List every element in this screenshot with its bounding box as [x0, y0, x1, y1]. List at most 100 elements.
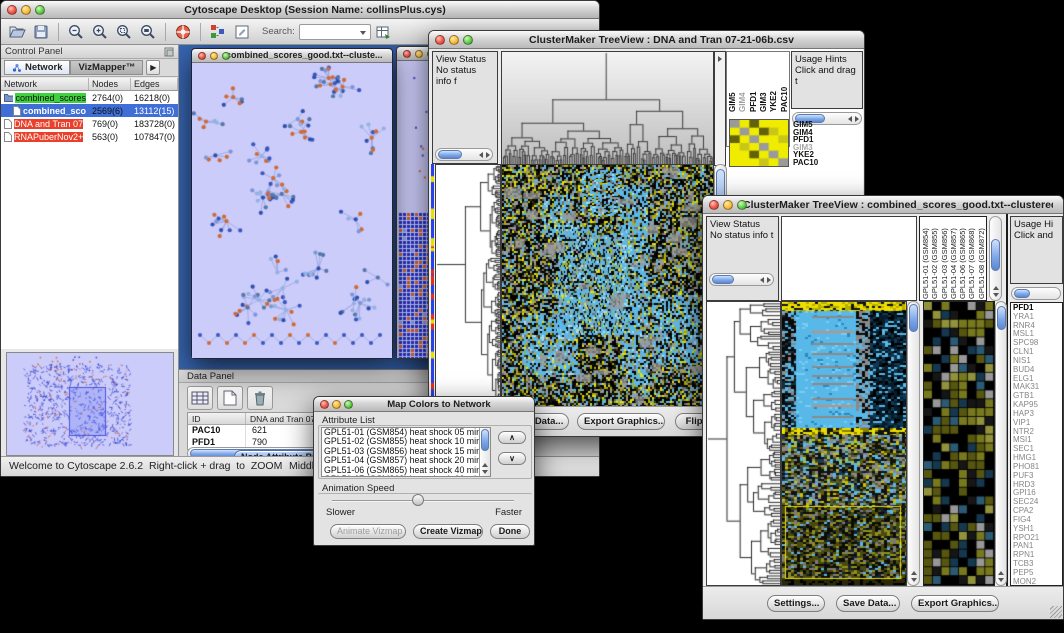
zoom-in-button[interactable] — [88, 21, 112, 43]
desktop: Cytoscape Desktop (Session Name: collins… — [0, 0, 1064, 633]
network-tree-row[interactable]: combined_sco2569(6)13112(15) — [1, 104, 178, 117]
attribute-list-item[interactable]: GPL51-07 (GSM868) heat shock 60 min — [322, 475, 490, 477]
vizmapper-icon — [209, 23, 227, 41]
network-title-bar[interactable]: combined_scores_good.txt--cluste... — [192, 49, 392, 63]
vizmapper-button[interactable] — [206, 21, 230, 43]
col-edges[interactable]: Edges — [131, 78, 178, 90]
minimize-button[interactable] — [210, 52, 218, 60]
help-button[interactable] — [171, 21, 195, 43]
tab-network[interactable]: Network — [4, 60, 70, 75]
speed-slider-thumb[interactable] — [412, 494, 424, 506]
tv1-usage-line1: Usage Hints — [795, 54, 859, 65]
network-tree-row[interactable]: DNA and Tran 07769(0)183728(0) — [1, 117, 178, 130]
network-tab-icon — [12, 63, 22, 73]
annotation-button[interactable] — [230, 21, 254, 43]
float-panel-icon[interactable] — [164, 47, 174, 57]
tv2-gene-label: MON2 — [1013, 578, 1060, 586]
close-button[interactable] — [320, 400, 329, 409]
import-table-button[interactable] — [371, 21, 395, 43]
minimize-button[interactable] — [332, 400, 341, 409]
trash-icon — [253, 390, 267, 406]
dp-col-id[interactable]: ID — [188, 413, 246, 424]
delete-attribute-button[interactable] — [247, 386, 273, 410]
dialog-title-bar[interactable]: Map Colors to Network — [314, 397, 534, 412]
open-session-button[interactable] — [5, 21, 29, 43]
close-button[interactable] — [403, 50, 411, 58]
toolbar-separator — [165, 23, 166, 41]
col-nodes[interactable]: Nodes — [89, 78, 131, 90]
resize-grip[interactable] — [1050, 606, 1062, 618]
tv1-column-dendrogram[interactable] — [501, 51, 714, 166]
birdseye-overview[interactable] — [6, 352, 174, 456]
tv1-status-hscrollbar[interactable] — [435, 148, 493, 161]
network-canvas[interactable] — [192, 63, 392, 358]
network-window-title: combined_scores_good.txt--cluste... — [226, 49, 382, 62]
zoom-button[interactable] — [737, 200, 747, 210]
network-tree-row[interactable]: combined_scores2764(0)16218(0) — [1, 91, 178, 104]
tv2-heatmap-vscrollbar[interactable] — [907, 301, 920, 586]
minimize-button[interactable] — [21, 5, 31, 15]
col-network[interactable]: Network — [1, 78, 89, 90]
attribute-list[interactable]: GPL51-01 (GSM854) heat shock 05 minGPL51… — [321, 427, 491, 477]
tab-vizm[interactable]: VizMapper™ — [70, 60, 143, 75]
tv2-settings-button[interactable]: Settings... — [767, 595, 825, 612]
tv2-collabel-vscrollbar[interactable] — [989, 216, 1002, 301]
tv1-column-label: GIM5 — [728, 54, 736, 112]
network-table: Network Nodes Edges combined_scores2764(… — [1, 78, 178, 349]
slower-label: Slower — [326, 507, 355, 518]
minimize-button[interactable] — [415, 50, 423, 58]
toolbar-separator — [58, 23, 59, 41]
network-tree-row[interactable]: RNAPuberNov2+563(0)107847(0) — [1, 130, 178, 143]
search-dropdown-icon[interactable] — [360, 31, 366, 35]
close-button[interactable] — [198, 52, 206, 60]
treeview2-title-bar[interactable]: ClusterMaker TreeView : combined_scores_… — [703, 196, 1063, 214]
tv2-status-hscrollbar[interactable] — [709, 273, 774, 286]
tab-overflow-arrow[interactable]: ▶ — [146, 60, 160, 75]
tv2-usage-hscrollbar[interactable] — [1011, 287, 1061, 300]
window-controls — [7, 5, 45, 15]
main-title-bar[interactable]: Cytoscape Desktop (Session Name: collins… — [1, 1, 599, 19]
done-button[interactable]: Done — [490, 524, 530, 539]
attribute-list-vscrollbar[interactable] — [479, 428, 490, 476]
tv2-heatmap[interactable] — [781, 301, 907, 586]
tv2-usage-line1: Usage Hi — [1014, 219, 1059, 230]
tv1-export-graphics-button[interactable]: Export Graphics... — [577, 413, 665, 430]
minimize-button[interactable] — [723, 200, 733, 210]
zoom-fit-button[interactable] — [136, 21, 160, 43]
tv2-column-label: GPL51-08 (GSM872) — [977, 219, 985, 299]
tv2-gene-list: PFD1YRA1RNR4MSL1SPC98CLN1NIS1BUD4ELG1MAK… — [1010, 302, 1063, 586]
close-button[interactable] — [435, 35, 445, 45]
tv2-save-data-button[interactable]: Save Data... — [836, 595, 900, 612]
select-attributes-button[interactable] — [187, 386, 213, 410]
lifebuoy-icon — [174, 23, 192, 41]
create-vizmap-button[interactable]: Create Vizmap — [413, 524, 483, 539]
tv2-genelist-vscrollbar[interactable] — [995, 301, 1007, 586]
close-button[interactable] — [7, 5, 17, 15]
search-input[interactable] — [299, 24, 371, 40]
close-button[interactable] — [709, 200, 719, 210]
minimize-button[interactable] — [449, 35, 459, 45]
move-attribute-up-button[interactable]: ∧ — [498, 431, 526, 444]
tv1-zoom-heatmap[interactable] — [729, 119, 789, 167]
tv2-zoom-heatmap[interactable] — [923, 301, 995, 586]
zoom-out-button[interactable] — [64, 21, 88, 43]
control-panel-title: Control Panel — [5, 46, 63, 57]
zoom-fit-icon — [139, 23, 157, 41]
tv1-row-dendrogram[interactable] — [435, 164, 501, 408]
import-table-icon — [374, 23, 392, 41]
zoom-button[interactable] — [35, 5, 45, 15]
treeview1-title-bar[interactable]: ClusterMaker TreeView : DNA and Tran 07-… — [429, 31, 864, 49]
tv2-export-graphics-button[interactable]: Export Graphics... — [911, 595, 999, 612]
zoom-button[interactable] — [222, 52, 230, 60]
save-session-button[interactable] — [29, 21, 53, 43]
zoom-button[interactable] — [344, 400, 353, 409]
tv2-row-dendrogram[interactable] — [706, 301, 781, 586]
zoom-button[interactable] — [463, 35, 473, 45]
new-attribute-button[interactable] — [217, 386, 243, 410]
zoom-selected-button[interactable] — [112, 21, 136, 43]
tv1-heatmap[interactable] — [501, 164, 714, 408]
zoom-out-icon — [67, 23, 85, 41]
tv2-column-dendrogram[interactable] — [781, 216, 917, 301]
animate-vizmap-button[interactable]: Animate Vizmap — [330, 524, 406, 539]
move-attribute-down-button[interactable]: ∨ — [498, 452, 526, 465]
